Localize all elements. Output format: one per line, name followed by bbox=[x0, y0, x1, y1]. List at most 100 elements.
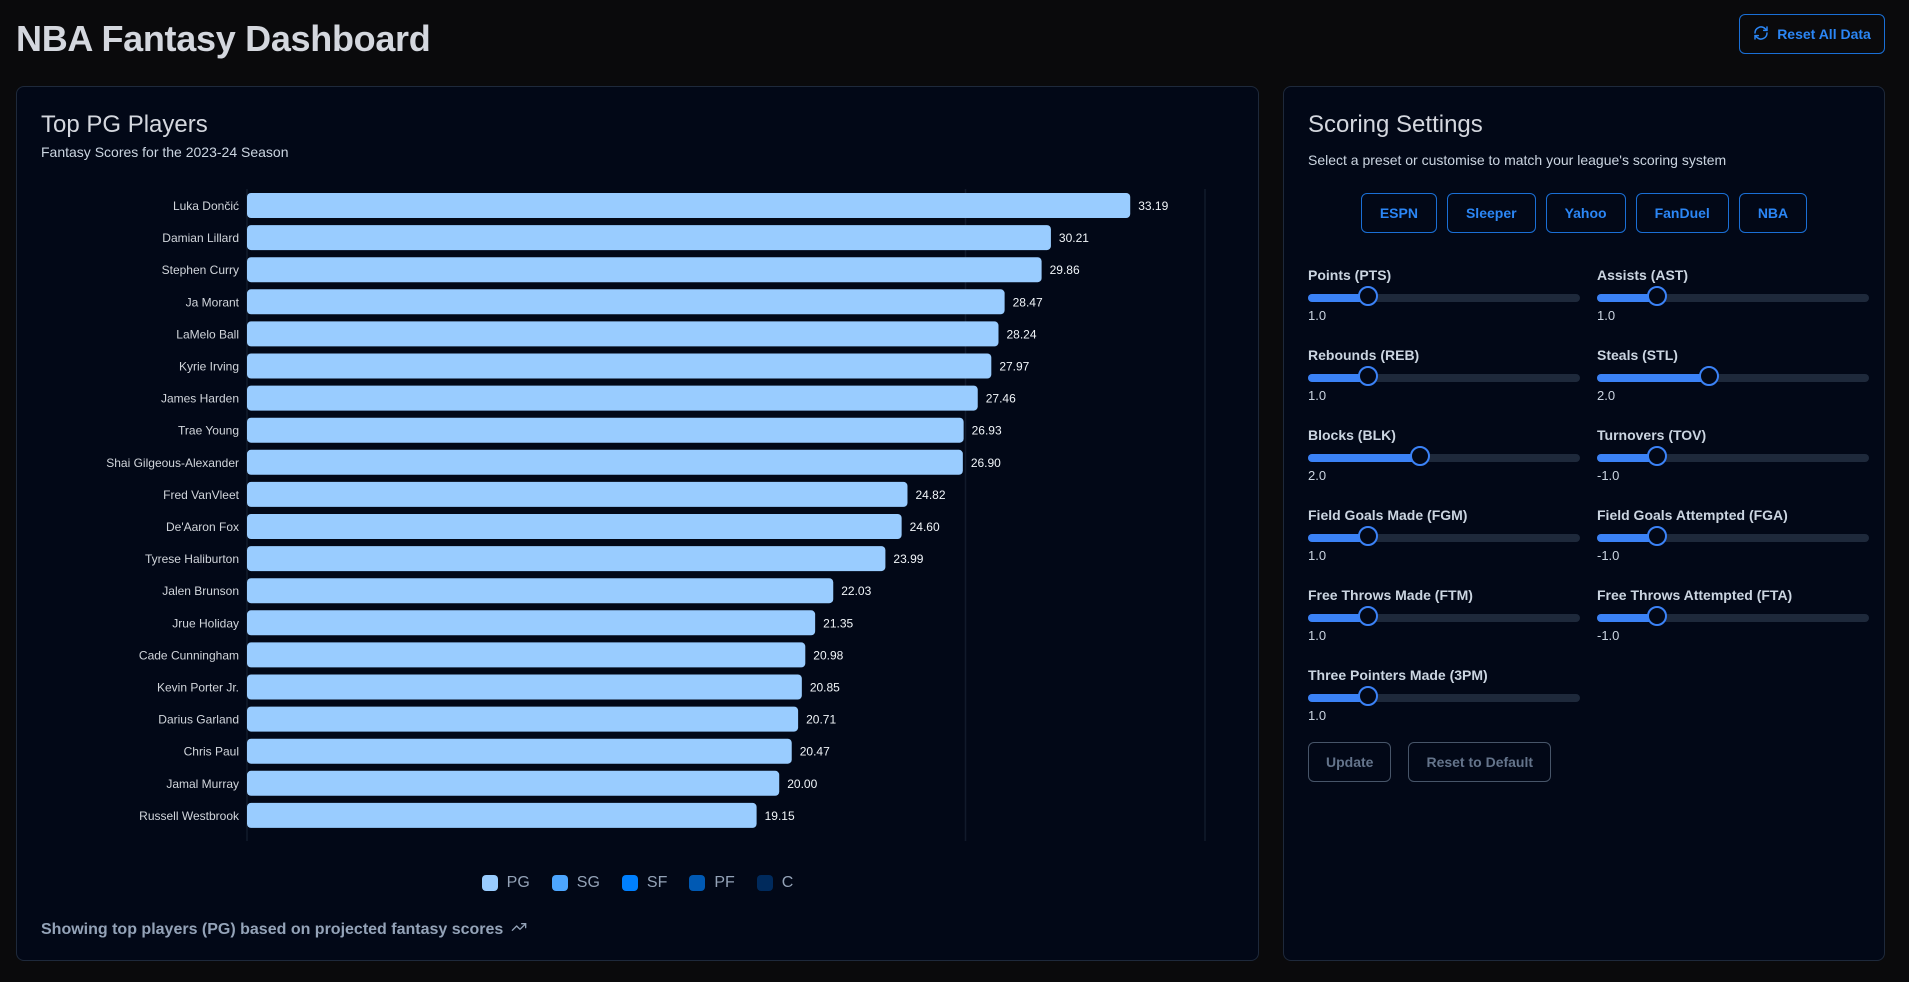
slider-thumb[interactable] bbox=[1698, 366, 1719, 386]
bar-row[interactable]: Darius Garland 20.71 bbox=[158, 706, 836, 732]
bar[interactable] bbox=[247, 257, 1042, 283]
slider-thumb[interactable] bbox=[1357, 366, 1378, 386]
slider-thumb[interactable] bbox=[1409, 446, 1430, 466]
slider-group-fga: Field Goals Attempted (FGA) -1.0 bbox=[1597, 505, 1869, 585]
slider-thumb[interactable] bbox=[1357, 286, 1378, 306]
slider-fta[interactable] bbox=[1597, 606, 1869, 626]
legend-item-c[interactable]: C bbox=[756, 874, 793, 892]
bar-row[interactable]: Kyrie Irving 27.97 bbox=[179, 353, 1030, 379]
bar-category-label: Damian Lillard bbox=[162, 231, 239, 245]
bar-row[interactable]: Fred VanVleet 24.82 bbox=[163, 481, 946, 507]
slider-label: Steals (STL) bbox=[1597, 347, 1678, 363]
bar-row[interactable]: Damian Lillard 30.21 bbox=[162, 225, 1089, 251]
slider-ftm[interactable] bbox=[1308, 606, 1580, 626]
slider-label: Rebounds (REB) bbox=[1308, 347, 1420, 363]
slider-tov[interactable] bbox=[1597, 446, 1869, 466]
legend-item-sg[interactable]: SG bbox=[551, 874, 600, 892]
bar-category-label: Tyrese Haliburton bbox=[145, 552, 239, 566]
bar-category-label: Luka Dončić bbox=[173, 199, 239, 213]
slider-pts[interactable] bbox=[1308, 286, 1580, 306]
bar-value-label: 26.90 bbox=[971, 456, 1001, 470]
bar[interactable] bbox=[247, 321, 999, 347]
bar[interactable] bbox=[247, 738, 792, 764]
preset-buttons: ESPN Sleeper Yahoo FanDuel NBA bbox=[1284, 193, 1884, 233]
update-button[interactable]: Update bbox=[1308, 742, 1392, 782]
legend-item-pg[interactable]: PG bbox=[481, 874, 530, 892]
slider-thumb[interactable] bbox=[1646, 526, 1667, 546]
bar-row[interactable]: Jamal Murray 20.00 bbox=[166, 770, 818, 796]
slider-group-fta: Free Throws Attempted (FTA) -1.0 bbox=[1597, 585, 1869, 665]
bar[interactable] bbox=[247, 706, 799, 732]
bar[interactable] bbox=[247, 417, 964, 443]
bar[interactable] bbox=[247, 546, 886, 572]
bar-row[interactable]: Kevin Porter Jr. 20.85 bbox=[157, 674, 840, 700]
bar-category-label: Chris Paul bbox=[184, 745, 239, 759]
bar-row[interactable]: Shai Gilgeous-Alexander 26.90 bbox=[106, 449, 1001, 475]
bar-category-label: Kyrie Irving bbox=[179, 360, 239, 374]
bar-row[interactable]: James Harden 27.46 bbox=[161, 385, 1016, 411]
bar-value-label: 28.24 bbox=[1006, 327, 1036, 341]
preset-button-yahoo[interactable]: Yahoo bbox=[1545, 193, 1626, 233]
legend-item-pf[interactable]: PF bbox=[689, 874, 735, 892]
bar-row[interactable]: Chris Paul 20.47 bbox=[184, 738, 830, 764]
reset-to-default-button[interactable]: Reset to Default bbox=[1408, 742, 1552, 782]
bar-value-label: 20.71 bbox=[806, 713, 836, 727]
slider-fgm[interactable] bbox=[1308, 526, 1580, 546]
slider-reb[interactable] bbox=[1308, 366, 1580, 386]
slider-label: Field Goals Made (FGM) bbox=[1308, 507, 1468, 523]
slider-fga[interactable] bbox=[1597, 526, 1869, 546]
bar[interactable] bbox=[247, 385, 978, 411]
bar-row[interactable]: LaMelo Ball 28.24 bbox=[176, 321, 1037, 347]
bar-row[interactable]: Cade Cunningham 20.98 bbox=[139, 642, 844, 668]
slider-blk[interactable] bbox=[1308, 446, 1580, 466]
slider-value: 2.0 bbox=[1308, 468, 1327, 483]
bar-row[interactable]: Jrue Holiday 21.35 bbox=[172, 610, 854, 636]
bar[interactable] bbox=[247, 674, 802, 700]
bar-category-label: Cade Cunningham bbox=[139, 648, 239, 662]
slider-stl[interactable] bbox=[1597, 366, 1869, 386]
bar[interactable] bbox=[247, 449, 963, 475]
slider-ast[interactable] bbox=[1597, 286, 1869, 306]
slider-value: 2.0 bbox=[1597, 388, 1616, 403]
bar-row[interactable]: Tyrese Haliburton 23.99 bbox=[145, 546, 924, 572]
slider-thumb[interactable] bbox=[1646, 286, 1667, 306]
bar-row[interactable]: Trae Young 26.93 bbox=[178, 417, 1002, 443]
slider-value: 1.0 bbox=[1308, 628, 1327, 643]
bar-row[interactable]: Russell Westbrook 19.15 bbox=[139, 802, 795, 828]
bar[interactable] bbox=[247, 578, 834, 604]
bar[interactable] bbox=[247, 514, 902, 539]
bar-value-label: 20.00 bbox=[787, 777, 817, 791]
bar[interactable] bbox=[247, 802, 757, 828]
bar-row[interactable]: Ja Morant 28.47 bbox=[186, 289, 1043, 315]
slider-thumb[interactable] bbox=[1357, 526, 1378, 546]
slider-thumb[interactable] bbox=[1357, 686, 1378, 706]
reset-all-data-label: Reset All Data bbox=[1777, 26, 1871, 42]
bar[interactable] bbox=[247, 642, 806, 668]
bar[interactable] bbox=[247, 225, 1051, 251]
bar[interactable] bbox=[247, 610, 816, 636]
bar-row[interactable]: De'Aaron Fox 24.60 bbox=[166, 514, 940, 539]
reset-all-data-button[interactable]: Reset All Data bbox=[1739, 14, 1885, 54]
bar-row[interactable]: Stephen Curry 29.86 bbox=[162, 257, 1080, 283]
slider-thumb[interactable] bbox=[1357, 606, 1378, 626]
preset-button-espn[interactable]: ESPN bbox=[1360, 193, 1437, 233]
legend-swatch bbox=[621, 875, 638, 891]
slider-group-blk: Blocks (BLK) 2.0 bbox=[1308, 425, 1580, 505]
slider-thumb[interactable] bbox=[1646, 446, 1667, 466]
preset-button-sleeper[interactable]: Sleeper bbox=[1446, 193, 1536, 233]
bar[interactable] bbox=[247, 353, 992, 379]
preset-button-nba[interactable]: NBA bbox=[1738, 193, 1808, 233]
slider-3pm[interactable] bbox=[1308, 686, 1580, 706]
bar[interactable] bbox=[247, 289, 1005, 315]
preset-button-fanduel[interactable]: FanDuel bbox=[1635, 193, 1729, 233]
chart-card: Top PG Players Fantasy Scores for the 20… bbox=[16, 86, 1259, 961]
bar[interactable] bbox=[247, 770, 780, 796]
bar-row[interactable]: Luka Dončić 33.19 bbox=[173, 193, 1169, 218]
bar[interactable] bbox=[247, 481, 908, 507]
bar-row[interactable]: Jalen Brunson 22.03 bbox=[162, 578, 872, 604]
slider-thumb[interactable] bbox=[1646, 606, 1667, 626]
legend-item-sf[interactable]: SF bbox=[621, 874, 667, 892]
slider-label: Field Goals Attempted (FGA) bbox=[1597, 507, 1788, 523]
bar[interactable] bbox=[247, 193, 1131, 218]
bar-value-label: 33.19 bbox=[1138, 199, 1168, 213]
